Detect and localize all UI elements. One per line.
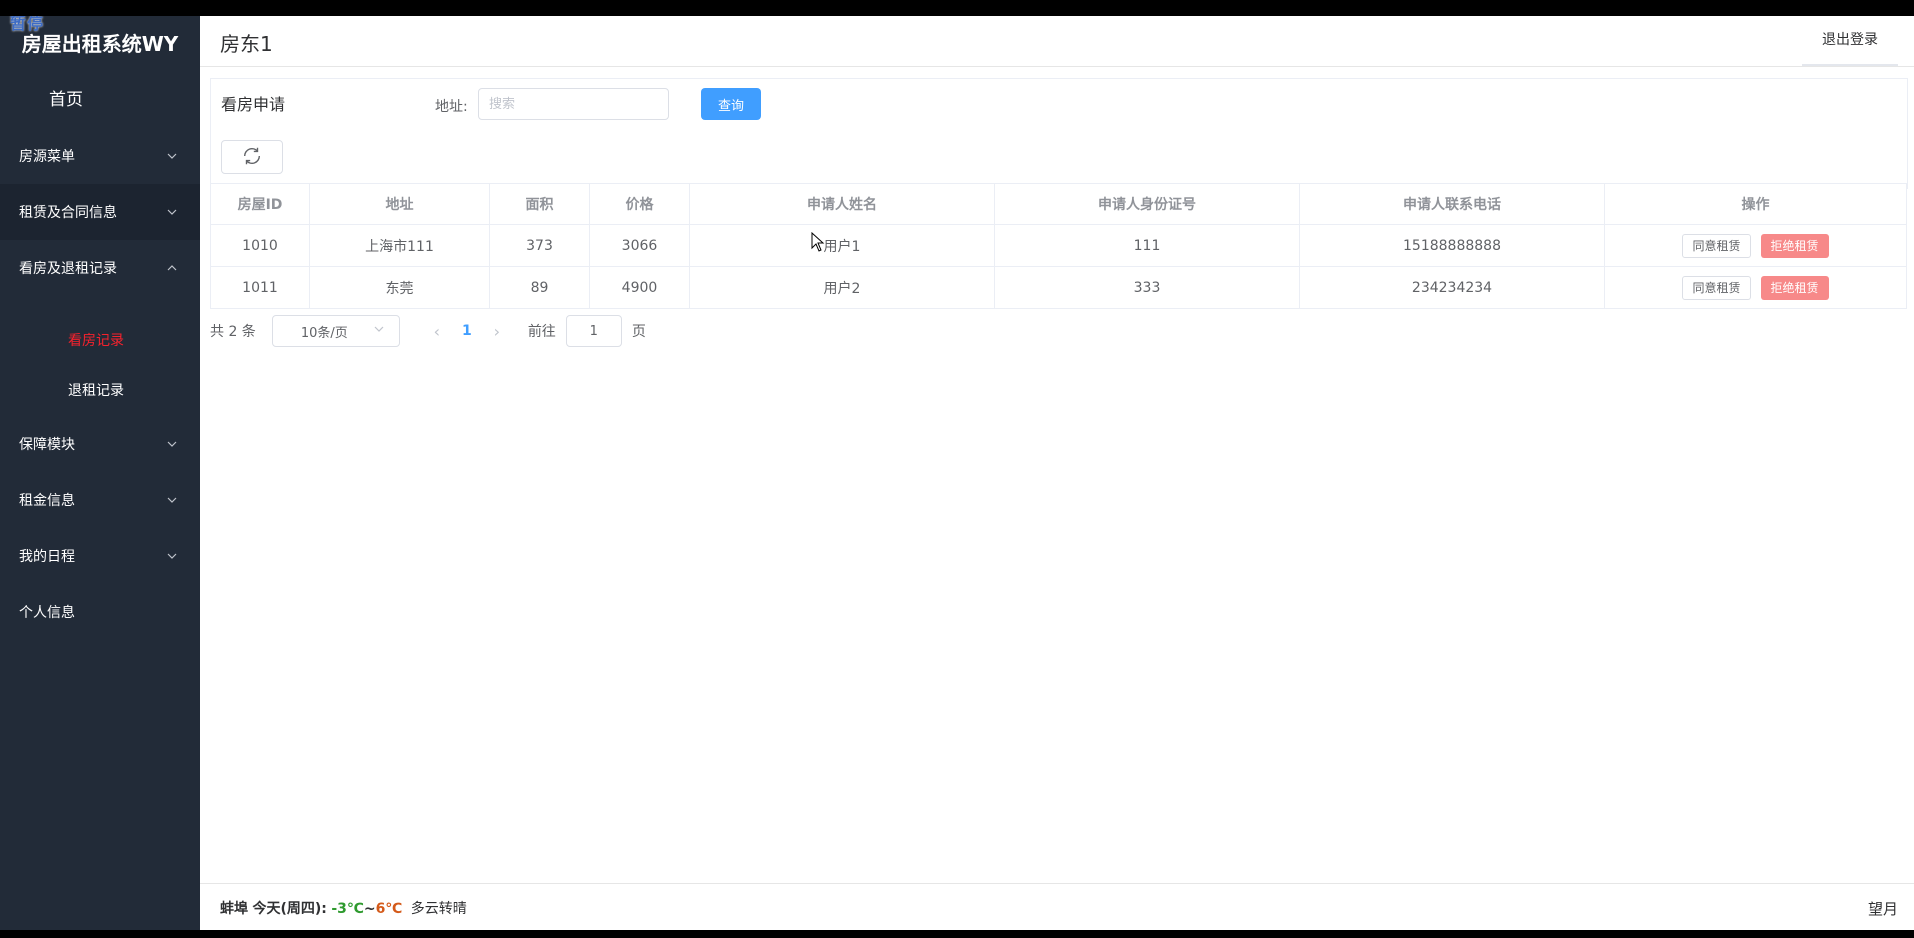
cell-applicant-idcard: 111 (994, 224, 1300, 267)
weather-temp-separator: ~ (363, 901, 376, 917)
sidebar-item-profile[interactable]: 个人信息 (0, 584, 200, 640)
weather-description: 多云转晴 (410, 901, 467, 917)
cell-applicant-idcard: 333 (994, 266, 1300, 309)
agree-lease-button[interactable]: 同意租赁 (1682, 275, 1751, 300)
column-header: 房屋ID (210, 183, 310, 225)
page-suffix: 页 (631, 324, 646, 340)
weather-low-temp: -3℃ (331, 901, 364, 917)
cell-house-id: 1010 (210, 224, 310, 267)
column-header: 操作 (1604, 183, 1907, 225)
cell-area: 89 (489, 266, 590, 309)
cell-house-id: 1011 (210, 266, 310, 309)
chevron-down-icon (166, 494, 178, 506)
sidebar-item-home[interactable]: 首页 (0, 72, 200, 128)
cell-actions: 同意租赁 拒绝租赁 (1604, 266, 1907, 309)
mouse-pointer-icon (811, 231, 825, 256)
cell-applicant-name: 用户2 (689, 266, 995, 309)
page-title: 房东1 (220, 32, 273, 56)
page-size-value: 10条/页 (300, 325, 348, 341)
sidebar-item-listings[interactable]: 房源菜单 (0, 128, 200, 184)
column-header: 申请人姓名 (689, 183, 995, 225)
chevron-down-icon (166, 150, 178, 162)
submenu-item-viewing-record[interactable]: 看房记录 (0, 316, 200, 366)
top-bar: 房东1 退出登录 (200, 16, 1914, 67)
cell-address: 上海市111 (309, 224, 490, 267)
refresh-button[interactable] (221, 140, 283, 174)
chevron-down-icon (373, 323, 385, 339)
column-header: 价格 (589, 183, 690, 225)
column-header: 申请人身份证号 (994, 183, 1300, 225)
cell-area: 373 (489, 224, 590, 267)
weather-info: 蚌埠 今天(周四): -3℃~6℃ 多云转晴 (220, 898, 467, 918)
refresh-icon (241, 145, 263, 170)
sidebar-item-lease-contract[interactable]: 租赁及合同信息 (0, 184, 200, 240)
cell-price: 4900 (589, 266, 690, 309)
chevron-down-icon (166, 206, 178, 218)
page-size-select[interactable]: 10条/页 (271, 315, 400, 347)
cell-applicant-phone: 234234234 (1299, 266, 1605, 309)
chevron-up-icon (166, 262, 178, 274)
prev-page-button[interactable]: ‹ (422, 322, 452, 341)
submenu-item-checkout-record[interactable]: 退租记录 (0, 366, 200, 416)
page-number-current[interactable]: 1 (452, 323, 482, 339)
sidebar-item-label: 看房及退租记录 (19, 261, 117, 277)
reject-lease-button[interactable]: 拒绝租赁 (1760, 275, 1829, 300)
column-header: 地址 (309, 183, 490, 225)
agree-lease-button[interactable]: 同意租赁 (1682, 233, 1751, 258)
sidebar-item-label: 个人信息 (19, 605, 75, 621)
sidebar-item-label: 租金信息 (19, 493, 75, 509)
cell-actions: 同意租赁 拒绝租赁 (1604, 224, 1907, 267)
query-button[interactable]: 查询 (701, 88, 761, 120)
table-header-row: 房屋ID 地址 面积 价格 申请人姓名 申请人身份证号 申请人联系电话 操作 (210, 183, 1907, 225)
pagination: 共 2 条 10条/页 ‹ 1 › 前往 页 (210, 315, 646, 347)
sidebar-item-label: 我的日程 (19, 549, 75, 565)
cell-applicant-name: 用户1 (689, 224, 995, 267)
sidebar: 房屋出租系统WY 首页 房源菜单 租赁及合同信息 看房及退租记录 看房记录 退租… (0, 16, 200, 930)
sidebar-item-label: 租赁及合同信息 (19, 205, 117, 221)
address-search-input[interactable] (478, 88, 669, 120)
sidebar-item-label: 房源菜单 (19, 149, 75, 165)
weather-high-temp: 6℃ (375, 901, 403, 917)
sidebar-item-label: 保障模块 (19, 437, 75, 453)
panel-title: 看房申请 (221, 95, 286, 114)
goto-label: 前往 (527, 324, 556, 340)
sidebar-item-rent-info[interactable]: 租金信息 (0, 472, 200, 528)
column-header: 面积 (489, 183, 590, 225)
cell-address: 东莞 (309, 266, 490, 309)
chevron-down-icon (166, 550, 178, 562)
viewing-request-panel: 看房申请 地址: 查询 (210, 78, 1908, 189)
viewing-request-table: 房屋ID 地址 面积 价格 申请人姓名 申请人身份证号 申请人联系电话 操作 1… (210, 183, 1907, 309)
weather-city: 蚌埠 (220, 901, 248, 917)
weather-today: 今天(周四): (252, 901, 327, 917)
column-header: 申请人联系电话 (1299, 183, 1605, 225)
cell-applicant-phone: 15188888888 (1299, 224, 1605, 267)
sidebar-item-protection[interactable]: 保障模块 (0, 416, 200, 472)
logout-button[interactable]: 退出登录 (1802, 16, 1898, 66)
cell-price: 3066 (589, 224, 690, 267)
main-area: 房东1 退出登录 看房申请 地址: 查询 房屋ID 地址 (200, 16, 1914, 930)
next-page-button[interactable]: › (482, 322, 512, 341)
paused-indicator: 暂停 (10, 16, 45, 33)
sidebar-item-viewing-records[interactable]: 看房及退租记录 (0, 240, 200, 296)
pagination-total: 共 2 条 (210, 324, 256, 340)
chevron-down-icon (166, 438, 178, 450)
sidebar-item-schedule[interactable]: 我的日程 (0, 528, 200, 584)
reject-lease-button[interactable]: 拒绝租赁 (1760, 233, 1829, 258)
footer: 蚌埠 今天(周四): -3℃~6℃ 多云转晴 望月 (200, 883, 1914, 930)
moon-phase: 望月 (1867, 900, 1898, 918)
address-label: 地址: (435, 99, 468, 115)
page-jump-input[interactable] (565, 315, 622, 347)
table-row: 1010 上海市111 373 3066 用户1 111 15188888888… (210, 224, 1907, 267)
app-window: 暂停 房屋出租系统WY 首页 房源菜单 租赁及合同信息 看房及退租记录 看房记录… (0, 16, 1914, 930)
table-row: 1011 东莞 89 4900 用户2 333 234234234 同意租赁 拒绝… (210, 266, 1907, 309)
